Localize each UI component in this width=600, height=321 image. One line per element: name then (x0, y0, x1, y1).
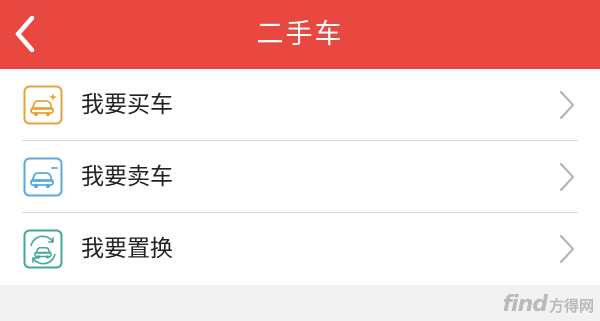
car-buy-icon (23, 85, 63, 125)
page-title: 二手车 (256, 19, 344, 50)
watermark-brand: find (502, 292, 548, 317)
menu-item-label: 我要买车 (81, 92, 173, 118)
menu-item-sell-car[interactable]: 我要卖车 (0, 141, 600, 213)
menu-item-label: 我要卖车 (81, 164, 173, 190)
chevron-right-icon (559, 234, 575, 264)
menu-item-buy-car[interactable]: 我要买车 (0, 69, 600, 141)
chevron-right-icon (559, 90, 575, 120)
app-header: 二手车 (0, 0, 600, 69)
menu-list: 我要买车 我要卖车 我要置换 (0, 69, 600, 285)
back-button[interactable] (8, 10, 48, 58)
chevron-left-icon (15, 15, 35, 53)
menu-item-label: 我要置换 (81, 236, 173, 262)
car-swap-icon (23, 229, 63, 269)
car-sell-icon (23, 157, 63, 197)
watermark: find 方得网 (502, 292, 594, 317)
chevron-right-icon (559, 162, 575, 192)
menu-item-swap-car[interactable]: 我要置换 (0, 213, 600, 285)
watermark-chinese: 方得网 (548, 297, 594, 315)
